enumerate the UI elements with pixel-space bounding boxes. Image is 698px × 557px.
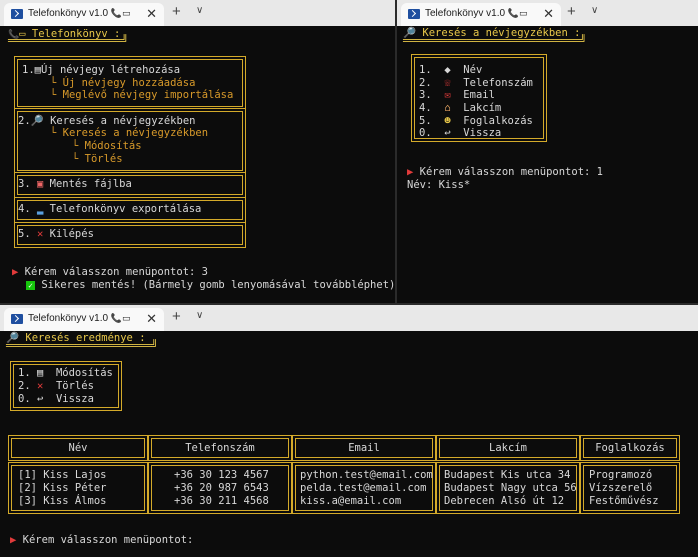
table-header-name: Név	[8, 435, 148, 461]
tab-title: Telefonkönyv v1.0	[28, 8, 109, 19]
terminal-window-phonebook-menu: Telefonkönyv v1.0 📞▭ ✕ + ∨ 📞▭ Telefonkön…	[0, 0, 395, 303]
cell-address: Budapest Kis utca 34	[444, 469, 571, 481]
tab-bar: Telefonkönyv v1.0 📞▭ ✕ + ∨	[397, 0, 698, 26]
terminal-window-search-results: Telefonkönyv v1.0 📞▭ ✕ + ∨ 🔎 Keresés ere…	[0, 305, 698, 557]
tab-telefonkonyv[interactable]: Telefonkönyv v1.0 📞▭ ✕	[4, 3, 164, 26]
close-tab-icon[interactable]: ✕	[543, 6, 554, 22]
menu-item-email: 3. ✉ Email	[419, 89, 495, 101]
menu-item-back: 0. ↩ Vissza	[18, 393, 94, 405]
tab-bar: Telefonkönyv v1.0 📞▭ ✕ + ∨	[0, 305, 698, 331]
return-arrow-icon: ↩	[444, 127, 451, 139]
header-underline: ═══════════════════════╝	[6, 340, 158, 352]
terminal-content: 📞▭ Telefonkönyv : ══════════════════╝ 1.…	[0, 26, 395, 303]
cell-phone: +36 30 123 4567	[174, 469, 269, 481]
terminal-icon	[408, 9, 420, 19]
submenu-item: └ Új névjegy hozzáadása	[50, 77, 196, 89]
terminal-content: 🔎 Keresés a névjegyzékben : ════════════…	[397, 26, 698, 303]
new-tab-icon[interactable]: +	[172, 308, 181, 325]
tag-icon: ◆	[444, 64, 451, 76]
menu-item-5: 5. ✕ Kilépés	[18, 228, 94, 240]
cell-name: [1] Kiss Lajos	[18, 469, 107, 481]
return-arrow-icon: ↩	[36, 393, 44, 405]
cell-occupation: Festőművész	[589, 495, 659, 507]
cell-address: Debrecen Alsó út 12	[444, 495, 565, 507]
tab-telefonkonyv[interactable]: Telefonkönyv v1.0 📞▭ ✕	[4, 308, 164, 331]
terminal-window-search-menu: Telefonkönyv v1.0 📞▭ ✕ + ∨ 🔎 Keresés a n…	[397, 0, 698, 303]
submenu-item: └ Törlés	[72, 153, 123, 165]
arrow-right-icon: ▶	[10, 534, 17, 546]
cell-phone: +36 20 987 6543	[174, 482, 269, 494]
new-tab-icon[interactable]: +	[172, 3, 181, 20]
cell-address: Budapest Nagy utca 56	[444, 482, 577, 494]
cell-occupation: Vízszerelő	[589, 482, 653, 494]
menu-item-back: 0. ↩ Vissza	[419, 127, 502, 139]
header-underline: ════════════════════════════╝	[403, 35, 587, 47]
export-icon: ▂	[36, 203, 44, 215]
cell-email: python.test@email.com	[300, 469, 433, 481]
terminal-icon	[11, 314, 23, 324]
phone-icon: ☏	[444, 77, 451, 89]
close-x-icon: ✕	[36, 380, 44, 392]
table-header-email: Email	[292, 435, 436, 461]
table-header-phone: Telefonszám	[148, 435, 292, 461]
prompt-line: ▶ Kérem válasszon menüpontot: 3	[12, 266, 208, 278]
submenu-item: └ Módosítás	[72, 140, 142, 152]
close-x-icon: ✕	[36, 228, 44, 240]
phone-icon: 📞	[110, 8, 123, 18]
cell-occupation: Programozó	[589, 469, 653, 481]
phone-icon: 📞	[110, 313, 123, 323]
submenu-item: └ Keresés a névjegyzékben	[50, 127, 209, 139]
chevron-down-icon[interactable]: ∨	[591, 5, 598, 16]
submenu-item: └ Meglévő névjegy importálása	[50, 89, 234, 101]
close-tab-icon[interactable]: ✕	[146, 311, 157, 327]
menu-item-name: 1. ◆ Név	[419, 64, 483, 76]
tab-title: Telefonkönyv v1.0	[28, 313, 109, 324]
worker-icon: ☻	[444, 115, 451, 127]
chevron-down-icon[interactable]: ∨	[196, 310, 203, 321]
book-icon: ▭	[122, 8, 131, 18]
book-icon: ▭	[519, 8, 528, 18]
table-header-address: Lakcím	[436, 435, 580, 461]
terminal-content: 🔎 Keresés eredménye : ══════════════════…	[0, 331, 698, 557]
checkmark-icon: ✓	[26, 280, 35, 290]
close-tab-icon[interactable]: ✕	[146, 6, 157, 22]
floppy-icon: ▣	[36, 178, 44, 190]
new-tab-icon[interactable]: +	[567, 3, 576, 20]
prompt-line: ▶ Kérem válasszon menüpontot: 1	[407, 166, 603, 178]
house-icon: ⌂	[444, 102, 451, 114]
cell-email: kiss.a@email.com	[300, 495, 402, 507]
header-underline: ══════════════════╝	[8, 35, 129, 47]
tab-title: Telefonkönyv v1.0	[425, 8, 506, 19]
menu-item-phone: 2. ☏ Telefonszám	[419, 77, 533, 89]
notepad-icon: ▤	[36, 367, 44, 379]
menu-item-address: 4. ⌂ Lakcím	[419, 102, 502, 114]
cell-phone: +36 30 211 4568	[174, 495, 269, 507]
terminal-icon	[11, 9, 23, 19]
cell-email: pelda.test@email.com	[300, 482, 427, 494]
cell-name: [2] Kiss Péter	[18, 482, 107, 494]
menu-item-occupation: 5. ☻ Foglalkozás	[419, 115, 533, 127]
phone-icon: 📞	[507, 8, 520, 18]
arrow-right-icon: ▶	[12, 266, 19, 278]
menu-item-delete: 2. ✕ Törlés	[18, 380, 94, 392]
prompt-line[interactable]: ▶ Kérem válasszon menüpontot:	[10, 534, 193, 546]
name-input-line[interactable]: Név: Kiss*	[407, 179, 470, 191]
book-icon: ▭	[122, 313, 131, 323]
envelope-icon: ✉	[444, 89, 451, 101]
menu-item-2: 2.🔎 Keresés a névjegyzékben	[18, 115, 196, 127]
tab-telefonkonyv[interactable]: Telefonkönyv v1.0 📞▭ ✕	[401, 3, 561, 26]
table-header-occupation: Foglalkozás	[580, 435, 680, 461]
menu-item-edit: 1. ▤ Módosítás	[18, 367, 113, 379]
success-line: ✓ Sikeres mentés! (Bármely gomb lenyomás…	[26, 279, 395, 291]
magnifier-icon: 🔎	[30, 115, 44, 127]
cell-name: [3] Kiss Álmos	[18, 495, 107, 507]
menu-item-3: 3. ▣ Mentés fájlba	[18, 178, 132, 190]
tab-bar: Telefonkönyv v1.0 📞▭ ✕ + ∨	[0, 0, 395, 26]
chevron-down-icon[interactable]: ∨	[196, 5, 203, 16]
menu-item-1: 1.▤Új névjegy létrehozása	[22, 64, 181, 76]
arrow-right-icon: ▶	[407, 166, 414, 178]
menu-item-4: 4. ▂ Telefonkönyv exportálása	[18, 203, 202, 215]
